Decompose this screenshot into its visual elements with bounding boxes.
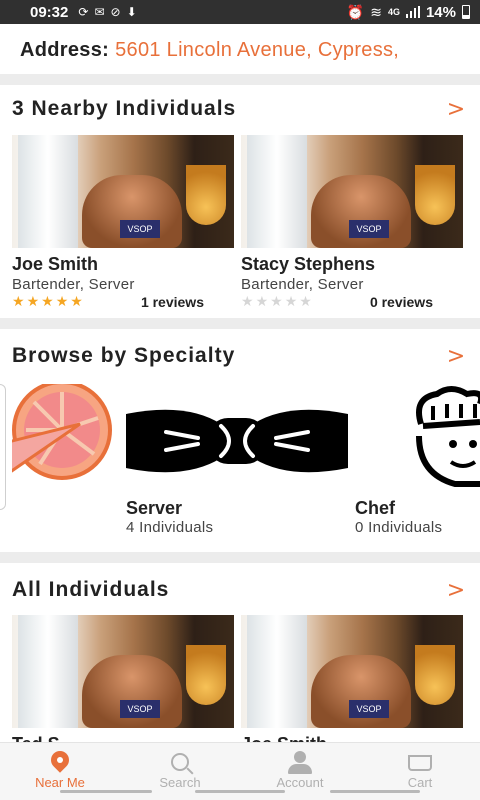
person-card-ted[interactable]: VSOP Ted S <box>12 615 234 755</box>
nearby-title: 3 Nearby Individuals <box>12 97 237 120</box>
star-icon: ★ <box>270 294 283 310</box>
person-card-joe-all[interactable]: VSOP Joe Smith <box>241 615 463 755</box>
sync-icon: ⟳ <box>78 5 89 19</box>
signal-icon <box>405 6 420 18</box>
battery-icon <box>462 5 470 19</box>
address-label: Address: <box>20 38 110 61</box>
bow-tie-icon <box>126 384 348 494</box>
nearby-header[interactable]: 3 Nearby Individuals > <box>12 89 468 129</box>
person-photo: VSOP <box>241 135 463 248</box>
person-role: Bartender, Server <box>241 276 364 293</box>
battery-percent: 14% <box>425 3 456 21</box>
chef-hat-icon <box>355 384 480 494</box>
star-icon: ★ <box>284 294 298 310</box>
star-icon: ★ <box>70 294 83 310</box>
specialty-count: 0 Individuals <box>355 519 443 536</box>
all-individuals-title: All Individuals <box>12 578 170 601</box>
notification-icons: ⟳ ✉ ⊘ ⬇ <box>78 5 136 19</box>
person-card-joe[interactable]: VSOP Joe Smith Bartender, Server ★ ★ ★ ★… <box>12 135 234 310</box>
nav-search[interactable]: Search <box>135 749 225 790</box>
star-icon: ★ <box>12 294 25 310</box>
nav-label: Near Me <box>35 775 85 790</box>
section-divider <box>0 74 480 85</box>
nav-near-me[interactable]: Near Me <box>15 747 105 790</box>
gesture-bar <box>0 790 480 796</box>
nav-account[interactable]: Account <box>255 749 345 790</box>
star-icon: ★ <box>241 294 254 310</box>
person-role: Bartender, Server <box>12 276 135 293</box>
status-bar: 09:32 ⟳ ✉ ⊘ ⬇ ⏰ ≋ 4G 14% <box>0 0 480 24</box>
section-divider <box>0 318 480 329</box>
nav-label: Account <box>276 775 324 790</box>
network-type: 4G <box>387 7 400 17</box>
specialty-title: Browse by Specialty <box>12 344 236 367</box>
specialty-header[interactable]: Browse by Specialty > <box>12 336 468 376</box>
star-icon: ★ <box>26 294 40 310</box>
search-icon <box>171 753 189 771</box>
location-pin-icon <box>47 747 73 773</box>
person-card-stacy[interactable]: VSOP Stacy Stephens Bartender, Server ★ … <box>241 135 463 310</box>
chevron-right-icon[interactable]: > <box>444 578 468 603</box>
star-rating: ★ ★ ★ ★ ★ <box>12 294 83 310</box>
section-divider <box>0 552 480 563</box>
specialty-count: 4 Individuals <box>126 519 214 536</box>
chevron-right-icon[interactable]: > <box>444 97 468 122</box>
all-individuals-header[interactable]: All Individuals > <box>12 570 468 610</box>
star-icon: ★ <box>41 294 54 310</box>
mail-icon: ✉ <box>94 5 105 19</box>
address-bar[interactable]: Address: 5601 Lincoln Avenue, Cypress, <box>0 24 480 76</box>
wifi-icon: ≋ <box>370 3 382 20</box>
grapefruit-icon[interactable] <box>12 384 116 494</box>
review-count: 1 reviews <box>140 294 204 310</box>
nav-label: Search <box>159 775 201 790</box>
nav-label: Cart <box>407 775 433 790</box>
person-name: Stacy Stephens <box>241 254 376 274</box>
no-disturb-icon: ⊘ <box>110 5 121 19</box>
download-icon: ⬇ <box>126 5 137 19</box>
review-count: 0 reviews <box>369 294 433 310</box>
alarm-icon: ⏰ <box>346 3 365 20</box>
star-icon: ★ <box>299 294 312 310</box>
person-photo: VSOP <box>12 615 234 728</box>
specialty-card-chef[interactable]: Chef 0 Individuals <box>355 384 480 536</box>
star-icon: ★ <box>255 294 269 310</box>
person-name: Joe Smith <box>12 254 99 274</box>
person-photo: VSOP <box>241 615 463 728</box>
nav-cart[interactable]: Cart <box>375 749 465 790</box>
address-value[interactable]: 5601 Lincoln Avenue, Cypress, <box>115 39 399 62</box>
star-rating: ★ ★ ★ ★ ★ <box>241 294 312 310</box>
rating-row: ★ ★ ★ ★ ★ 1 reviews <box>12 294 234 310</box>
rating-row: ★ ★ ★ ★ ★ 0 reviews <box>241 294 463 310</box>
side-panel-handle[interactable] <box>0 384 6 510</box>
specialty-name: Server <box>126 498 183 518</box>
person-photo: VSOP <box>12 135 234 248</box>
star-icon: ★ <box>55 294 69 310</box>
specialty-card-server[interactable]: Server 4 Individuals <box>126 384 348 536</box>
status-time: 09:32 <box>30 3 69 21</box>
cart-icon <box>408 755 432 771</box>
chevron-right-icon[interactable]: > <box>444 344 468 369</box>
account-icon <box>287 751 313 775</box>
specialty-name: Chef <box>355 498 395 518</box>
